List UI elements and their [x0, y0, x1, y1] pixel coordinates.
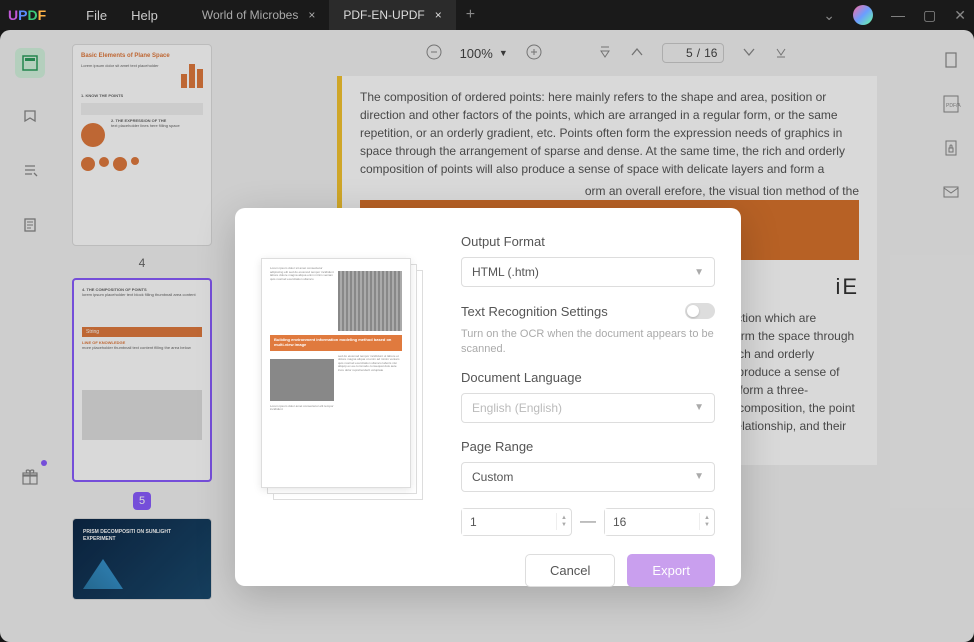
app-body: Basic Elements of Plane Space Lorem ipsu…: [0, 30, 974, 642]
close-icon[interactable]: ×: [308, 8, 315, 22]
export-modal: Lorem ipsum dolor sit amet consectetur a…: [235, 208, 741, 586]
menu-help[interactable]: Help: [131, 8, 158, 23]
page-range-select[interactable]: Custom ▼: [461, 462, 715, 492]
export-button[interactable]: Export: [627, 554, 715, 587]
menu-file[interactable]: File: [86, 8, 107, 23]
spin-down-icon[interactable]: ▼: [561, 522, 567, 528]
select-value: Custom: [472, 470, 513, 484]
preview-stack: Lorem ipsum dolor sit amet consectetur a…: [261, 258, 421, 506]
tab-label: PDF-EN-UPDF: [343, 8, 424, 22]
export-form: Output Format HTML (.htm) ▼ Text Recogni…: [461, 234, 715, 560]
ocr-label: Text Recognition Settings: [461, 304, 608, 319]
range-dash: —: [580, 513, 596, 531]
chevron-down-icon: ▼: [694, 471, 704, 482]
preview-orange-box: Building environment information modelin…: [270, 335, 402, 351]
tab-pdf-en-updf[interactable]: PDF-EN-UPDF ×: [329, 0, 455, 30]
titlebar: UPDF File Help World of Microbes × PDF-E…: [0, 0, 974, 30]
spin-down-icon[interactable]: ▼: [704, 522, 710, 528]
language-select[interactable]: English (English) ▼: [461, 393, 715, 423]
range-to-field[interactable]: [605, 509, 699, 535]
ocr-hint: Turn on the OCR when the document appear…: [461, 327, 715, 358]
range-from-input[interactable]: ▲▼: [461, 508, 572, 536]
app-logo: UPDF: [8, 7, 46, 23]
select-value: HTML (.htm): [472, 265, 539, 279]
language-label: Document Language: [461, 370, 715, 385]
ocr-toggle[interactable]: [685, 303, 715, 319]
minimize-icon[interactable]: —: [891, 7, 905, 23]
preview-page: Lorem ipsum dolor sit amet consectetur a…: [261, 258, 411, 488]
spin-up-icon[interactable]: ▲: [704, 515, 710, 521]
page-range-label: Page Range: [461, 439, 715, 454]
output-format-select[interactable]: HTML (.htm) ▼: [461, 257, 715, 287]
cancel-button[interactable]: Cancel: [525, 554, 615, 587]
range-from-field[interactable]: [462, 509, 556, 535]
tab-label: World of Microbes: [202, 8, 298, 22]
chevron-down-icon: ▼: [694, 267, 704, 278]
tab-world-of-microbes[interactable]: World of Microbes ×: [188, 0, 330, 30]
chevron-down-icon: ▼: [694, 402, 704, 413]
close-icon[interactable]: ×: [435, 8, 442, 22]
output-format-label: Output Format: [461, 234, 715, 249]
select-value: English (English): [472, 401, 562, 415]
add-tab-button[interactable]: +: [456, 0, 485, 30]
spin-up-icon[interactable]: ▲: [561, 515, 567, 521]
avatar[interactable]: [853, 5, 873, 25]
chevron-down-icon[interactable]: ⌄: [823, 7, 835, 24]
maximize-icon[interactable]: ▢: [923, 7, 936, 24]
close-window-icon[interactable]: ✕: [954, 7, 966, 24]
range-to-input[interactable]: ▲▼: [604, 508, 715, 536]
